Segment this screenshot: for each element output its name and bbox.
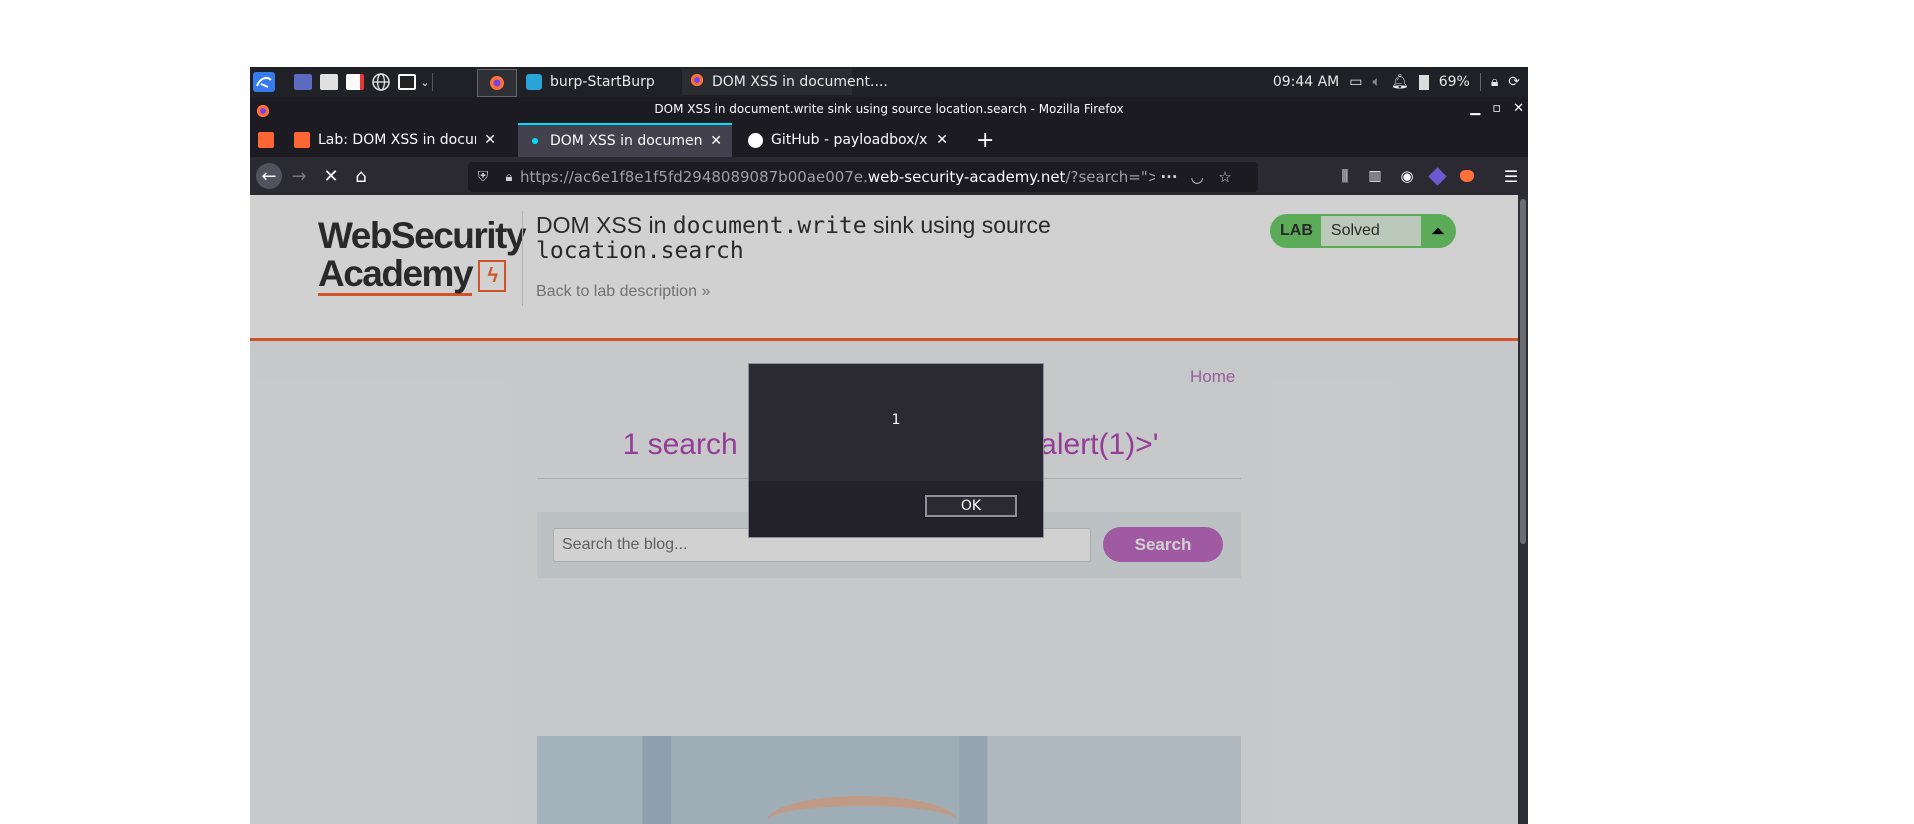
alert-message: 1	[891, 412, 901, 428]
tray-separator	[1479, 73, 1481, 91]
back-button[interactable]: ←	[256, 163, 282, 189]
bookmark-star-icon[interactable]: ☆	[1211, 168, 1239, 186]
pinned-tab-portswigger[interactable]	[250, 123, 284, 157]
file-manager-icon[interactable]	[318, 72, 340, 92]
foxyproxy-button[interactable]	[1454, 163, 1480, 189]
lock-icon[interactable]: 🔒︎	[498, 170, 520, 185]
window-titlebar[interactable]: DOM XSS in document.write sink using sou…	[250, 97, 1528, 121]
alert-ok-button[interactable]: OK	[924, 494, 1018, 518]
tab-label: Lab: DOM XSS in docume	[318, 132, 476, 148]
volume-icon[interactable]: 🔈︎	[1373, 74, 1381, 90]
stop-icon: ✕	[323, 165, 339, 187]
sidebar-icon: ▥	[1368, 168, 1382, 184]
hamburger-menu-icon: ☰	[1503, 166, 1519, 186]
battery-percent: 69%	[1438, 74, 1470, 90]
window-title: DOM XSS in document.write sink using sou…	[654, 102, 1124, 116]
minimize-icon[interactable]: ▁	[1470, 97, 1480, 121]
fox-icon	[1460, 170, 1474, 182]
logout-icon[interactable]: ⟳	[1508, 74, 1520, 90]
close-window-icon[interactable]: ✕	[1513, 97, 1524, 121]
lock-screen-icon[interactable]: 🔒︎	[1491, 74, 1498, 90]
page-scrollbar[interactable]	[1518, 195, 1528, 824]
menu-button[interactable]: ☰	[1498, 163, 1524, 189]
page-actions-icon[interactable]: ···	[1155, 168, 1183, 186]
display-icon[interactable]: ▭	[1349, 74, 1362, 90]
taskbar: ⌄ burp-StartBurp DOM XSS in document....…	[250, 67, 1528, 97]
new-tab-button[interactable]: +	[966, 123, 1000, 157]
task-burp[interactable]: burp-StartBurp	[518, 69, 680, 95]
loading-dot-icon	[532, 138, 538, 144]
tab-label: GitHub - payloadbox/xss	[771, 132, 929, 148]
home-icon: ⌂	[355, 165, 367, 187]
notification-bell-icon[interactable]: 🔔︎	[1391, 74, 1409, 90]
forward-arrow-icon: →	[291, 165, 307, 187]
battery-icon[interactable]	[1418, 74, 1429, 90]
plus-icon: +	[976, 127, 995, 153]
url-text: https://ac6e1f8e1f5fd2948089087b00ae007e…	[520, 168, 1155, 186]
alert-dialog: 1 OK	[748, 363, 1044, 538]
account-icon: ◉	[1400, 167, 1414, 185]
library-icon: ⫼	[1341, 167, 1349, 185]
maximize-icon[interactable]: ▫	[1492, 97, 1501, 121]
chevron-down-icon[interactable]: ⌄	[418, 72, 432, 92]
portswigger-icon	[294, 132, 310, 148]
extension-cube-icon	[1427, 166, 1447, 186]
url-bar[interactable]: ⛨ 🔒︎ https://ac6e1f8e1f5fd2948089087b00a…	[468, 162, 1258, 192]
stop-button[interactable]: ✕	[318, 163, 344, 189]
kali-menu-icon[interactable]	[252, 72, 276, 92]
system-tray: 09:44 AM ▭ 🔈︎ 🔔︎ 69% 🔒︎ ⟳	[1273, 67, 1520, 97]
home-button[interactable]: ⌂	[348, 163, 374, 189]
workspace-firefox-icon[interactable]	[477, 69, 517, 97]
close-tab-icon[interactable]: ✕	[710, 133, 722, 149]
close-tab-icon[interactable]: ✕	[484, 132, 496, 148]
task-burp-label: burp-StartBurp	[550, 74, 655, 90]
library-button[interactable]: ⫼	[1332, 163, 1358, 189]
close-tab-icon[interactable]: ✕	[936, 132, 948, 148]
back-arrow-icon: ←	[261, 165, 277, 187]
desktop-screen: ⌄ burp-StartBurp DOM XSS in document....…	[250, 67, 1528, 824]
navigation-bar: ← → ✕ ⌂ ⛨ 🔒︎ https://ac6e1f8e1f5fd294808…	[250, 157, 1528, 195]
terminal-icon[interactable]	[396, 72, 418, 92]
sidebar-button[interactable]: ▥	[1362, 163, 1388, 189]
tab-dom-xss[interactable]: DOM XSS in document.w ✕	[518, 123, 732, 157]
tab-lab-description[interactable]: Lab: DOM XSS in docume ✕	[284, 123, 506, 157]
firefox-icon	[690, 73, 704, 91]
url-prefix: https://ac6e1f8e1f5fd2948089087b00ae007e…	[520, 168, 868, 186]
url-domain: web-security-academy.net	[867, 168, 1066, 186]
tab-github[interactable]: GitHub - payloadbox/xss ✕	[738, 123, 958, 157]
scrollbar-thumb[interactable]	[1520, 199, 1526, 544]
alert-footer: OK	[749, 481, 1043, 537]
extension-button[interactable]	[1424, 163, 1450, 189]
tab-strip: Lab: DOM XSS in docume ✕ DOM XSS in docu…	[250, 121, 1528, 157]
url-suffix: /?search="><svg	[1065, 168, 1155, 186]
shield-icon[interactable]: ⛨	[468, 169, 498, 185]
tab-label: DOM XSS in document.w	[550, 133, 703, 149]
separator	[432, 73, 433, 91]
text-editor-icon[interactable]	[344, 72, 366, 92]
forward-button[interactable]: →	[286, 163, 312, 189]
burp-icon	[526, 74, 542, 90]
show-desktop-icon[interactable]	[292, 72, 314, 92]
web-browser-icon[interactable]	[370, 72, 392, 92]
task-firefox-label: DOM XSS in document....	[712, 74, 888, 90]
portswigger-icon	[258, 132, 274, 148]
clock[interactable]: 09:44 AM	[1273, 74, 1339, 90]
pocket-icon[interactable]: ◡	[1183, 168, 1211, 186]
account-button[interactable]: ◉	[1394, 163, 1420, 189]
github-icon	[748, 132, 763, 148]
task-firefox[interactable]: DOM XSS in document....	[682, 69, 888, 95]
